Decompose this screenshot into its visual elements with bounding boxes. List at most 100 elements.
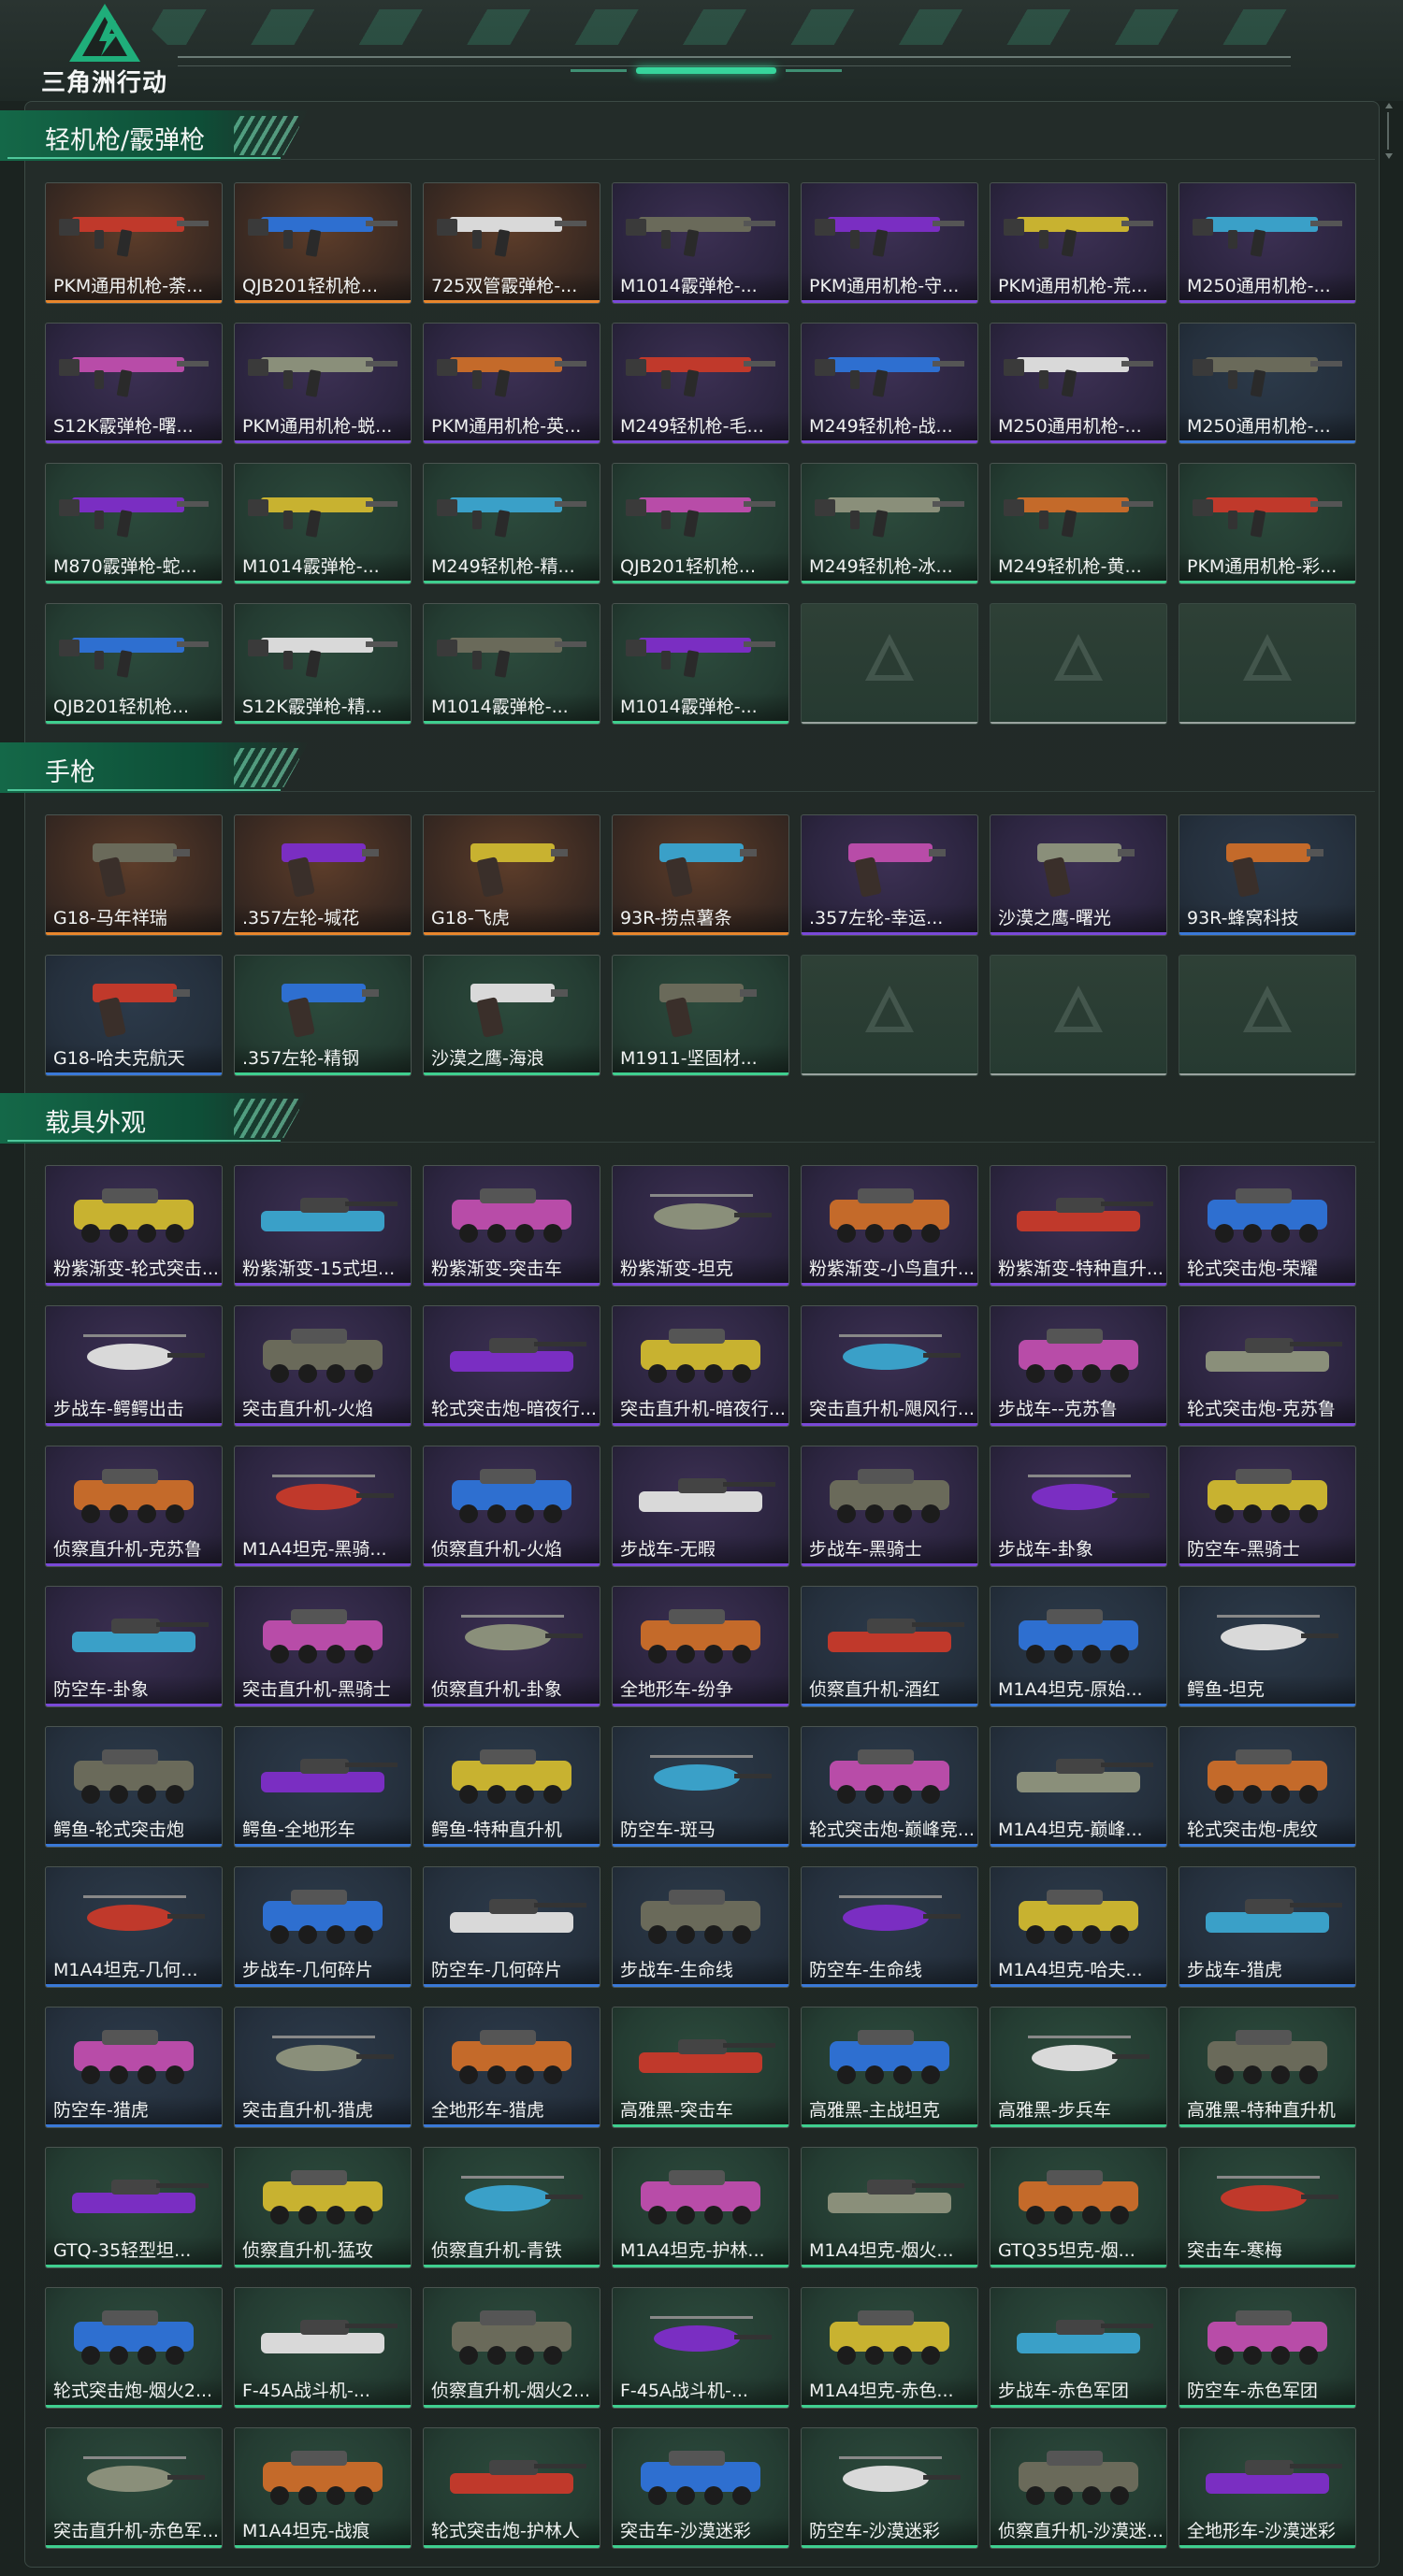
vehicle-skin-card[interactable]: 高雅黑-主战坦克 [801,2007,978,2128]
vehicle-skin-card[interactable]: 防空车-沙漠迷彩 [801,2427,978,2549]
gun-skin-card[interactable]: QJB201轻机枪... [612,463,789,584]
gun-skin-card[interactable]: 725双管霰弹枪-... [423,182,600,304]
vehicle-skin-card[interactable]: 突击车-沙漠迷彩 [612,2427,789,2549]
vehicle-skin-card[interactable]: M1A4坦克-原始... [990,1586,1167,1707]
vehicle-skin-card[interactable]: 轮式突击炮-荣耀 [1179,1165,1356,1287]
pistol-skin-card[interactable]: G18-飞虎 [423,814,600,936]
vehicle-skin-card[interactable]: 步战车--克苏鲁 [990,1305,1167,1427]
gun-skin-card[interactable]: M1014霰弹枪-... [612,182,789,304]
vehicle-skin-card[interactable]: M1A4坦克-战痕 [234,2427,412,2549]
vehicle-skin-card[interactable]: GTQ-35轻型坦... [45,2147,223,2268]
vehicle-skin-card[interactable]: 全地形车-纷争 [612,1586,789,1707]
vehicle-skin-card[interactable]: 鳄鱼-坦克 [1179,1586,1356,1707]
vehicle-skin-card[interactable]: 步战车-几何碎片 [234,1866,412,1988]
pistol-skin-card[interactable]: G18-哈夫克航天 [45,955,223,1076]
vehicle-skin-card[interactable]: M1A4坦克-黑骑... [234,1446,412,1567]
vehicle-skin-card[interactable]: 突击直升机-暗夜行... [612,1305,789,1427]
scroll-down-icon[interactable] [1385,153,1393,159]
gun-skin-card[interactable]: M250通用机枪-... [1179,182,1356,304]
gun-skin-card[interactable]: M249轻机枪-战... [801,323,978,444]
gun-skin-card[interactable]: M249轻机枪-冰... [801,463,978,584]
vehicle-skin-card[interactable]: 粉紫渐变-坦克 [612,1165,789,1287]
pistol-skin-card[interactable]: .357左轮-堿花 [234,814,412,936]
vehicle-skin-card[interactable]: 轮式突击炮-克苏鲁 [1179,1305,1356,1427]
vehicle-skin-card[interactable]: 突击直升机-黑骑士 [234,1586,412,1707]
gun-skin-card[interactable]: PKM通用机枪-英... [423,323,600,444]
gun-skin-card[interactable]: M870霰弹枪-蛇... [45,463,223,584]
vehicle-skin-card[interactable]: 鳄鱼-特种直升机 [423,1726,600,1848]
vehicle-skin-card[interactable]: 步战车-赤色军团 [990,2287,1167,2409]
vehicle-skin-card[interactable]: 高雅黑-突击车 [612,2007,789,2128]
vehicle-skin-card[interactable]: 全地形车-沙漠迷彩 [1179,2427,1356,2549]
vehicle-skin-card[interactable]: 防空车-卦象 [45,1586,223,1707]
vehicle-skin-card[interactable]: 粉紫渐变-特种直升... [990,1165,1167,1287]
vehicle-skin-card[interactable]: 粉紫渐变-15式坦... [234,1165,412,1287]
vehicle-skin-card[interactable]: M1A4坦克-烟火... [801,2147,978,2268]
vehicle-skin-card[interactable]: 侦察直升机-烟火2... [423,2287,600,2409]
vehicle-skin-card[interactable]: 突击直升机-飓风行... [801,1305,978,1427]
vehicle-skin-card[interactable]: 侦察直升机-酒红 [801,1586,978,1707]
vehicle-skin-card[interactable]: GTQ35坦克-烟... [990,2147,1167,2268]
vehicle-skin-card[interactable]: 防空车-黑骑士 [1179,1446,1356,1567]
vehicle-skin-card[interactable]: 侦察直升机-克苏鲁 [45,1446,223,1567]
gun-skin-card[interactable]: M1014霰弹枪-... [234,463,412,584]
vehicle-skin-card[interactable]: 鳄鱼-轮式突击炮 [45,1726,223,1848]
gun-skin-card[interactable]: M1014霰弹枪-... [612,603,789,725]
vehicle-skin-card[interactable]: 全地形车-猎虎 [423,2007,600,2128]
vehicle-skin-card[interactable]: 防空车-几何碎片 [423,1866,600,1988]
vehicle-skin-card[interactable]: 突击车-寒梅 [1179,2147,1356,2268]
vehicle-skin-card[interactable]: 粉紫渐变-轮式突击... [45,1165,223,1287]
vehicle-skin-card[interactable]: M1A4坦克-哈夫... [990,1866,1167,1988]
pistol-skin-card[interactable]: .357左轮-精钢 [234,955,412,1076]
vehicle-skin-card[interactable]: 轮式突击炮-护林人 [423,2427,600,2549]
vehicle-skin-card[interactable]: 防空车-斑马 [612,1726,789,1848]
vehicle-skin-card[interactable]: 步战车-猎虎 [1179,1866,1356,1988]
gun-skin-card[interactable]: S12K霰弹枪-曙... [45,323,223,444]
vehicle-skin-card[interactable]: M1A4坦克-护林... [612,2147,789,2268]
vehicle-skin-card[interactable]: 侦察直升机-火焰 [423,1446,600,1567]
pistol-skin-card[interactable]: M1911-坚固材... [612,955,789,1076]
vehicle-skin-card[interactable]: 粉紫渐变-突击车 [423,1165,600,1287]
gun-skin-card[interactable]: M249轻机枪-精... [423,463,600,584]
vehicle-skin-card[interactable]: F-45A战斗机-... [234,2287,412,2409]
vehicle-skin-card[interactable]: 轮式突击炮-虎纹 [1179,1726,1356,1848]
gun-skin-card[interactable]: PKM通用机枪-彩... [1179,463,1356,584]
gun-skin-card[interactable]: M1014霰弹枪-... [423,603,600,725]
vehicle-skin-card[interactable]: 突击直升机-赤色军... [45,2427,223,2549]
vehicle-skin-card[interactable]: 高雅黑-步兵车 [990,2007,1167,2128]
vehicle-skin-card[interactable]: 侦察直升机-青铁 [423,2147,600,2268]
vehicle-skin-card[interactable]: 步战车-卦象 [990,1446,1167,1567]
pistol-skin-card[interactable]: 沙漠之鹰-曙光 [990,814,1167,936]
gun-skin-card[interactable]: PKM通用机枪-荼... [45,182,223,304]
gun-skin-card[interactable]: M250通用机枪-... [1179,323,1356,444]
vehicle-skin-card[interactable]: 轮式突击炮-暗夜行... [423,1305,600,1427]
pistol-skin-card[interactable]: .357左轮-幸运... [801,814,978,936]
vehicle-skin-card[interactable]: 高雅黑-特种直升机 [1179,2007,1356,2128]
vehicle-skin-card[interactable]: 侦察直升机-卦象 [423,1586,600,1707]
pistol-skin-card[interactable]: 沙漠之鹰-海浪 [423,955,600,1076]
gun-skin-card[interactable]: M249轻机枪-毛... [612,323,789,444]
vehicle-skin-card[interactable]: 轮式突击炮-烟火2... [45,2287,223,2409]
gun-skin-card[interactable]: PKM通用机枪-守... [801,182,978,304]
vehicle-skin-card[interactable]: 鳄鱼-全地形车 [234,1726,412,1848]
gun-skin-card[interactable]: S12K霰弹枪-精... [234,603,412,725]
gun-skin-card[interactable]: QJB201轻机枪... [234,182,412,304]
vehicle-skin-card[interactable]: 步战车-黑骑士 [801,1446,978,1567]
gun-skin-card[interactable]: PKM通用机枪-蜕... [234,323,412,444]
vehicle-skin-card[interactable]: 突击直升机-火焰 [234,1305,412,1427]
vehicle-skin-card[interactable]: 粉紫渐变-小鸟直升... [801,1165,978,1287]
vehicle-skin-card[interactable]: 轮式突击炮-巅峰竞... [801,1726,978,1848]
scroll-thumb[interactable] [1387,112,1389,150]
vehicle-skin-card[interactable]: 步战车-无暇 [612,1446,789,1567]
pistol-skin-card[interactable]: 93R-捞点薯条 [612,814,789,936]
vehicle-skin-card[interactable]: 步战车-鳄鳄出击 [45,1305,223,1427]
gun-skin-card[interactable]: M250通用机枪-... [990,323,1167,444]
vehicle-skin-card[interactable]: 步战车-生命线 [612,1866,789,1988]
vehicle-skin-card[interactable]: 侦察直升机-沙漠迷... [990,2427,1167,2549]
vehicle-skin-card[interactable]: 防空车-猎虎 [45,2007,223,2128]
gun-skin-card[interactable]: PKM通用机枪-荒... [990,182,1167,304]
pistol-skin-card[interactable]: G18-马年祥瑞 [45,814,223,936]
vehicle-skin-card[interactable]: M1A4坦克-几何... [45,1866,223,1988]
pistol-skin-card[interactable]: 93R-蜂窝科技 [1179,814,1356,936]
vehicle-skin-card[interactable]: M1A4坦克-巅峰... [990,1726,1167,1848]
